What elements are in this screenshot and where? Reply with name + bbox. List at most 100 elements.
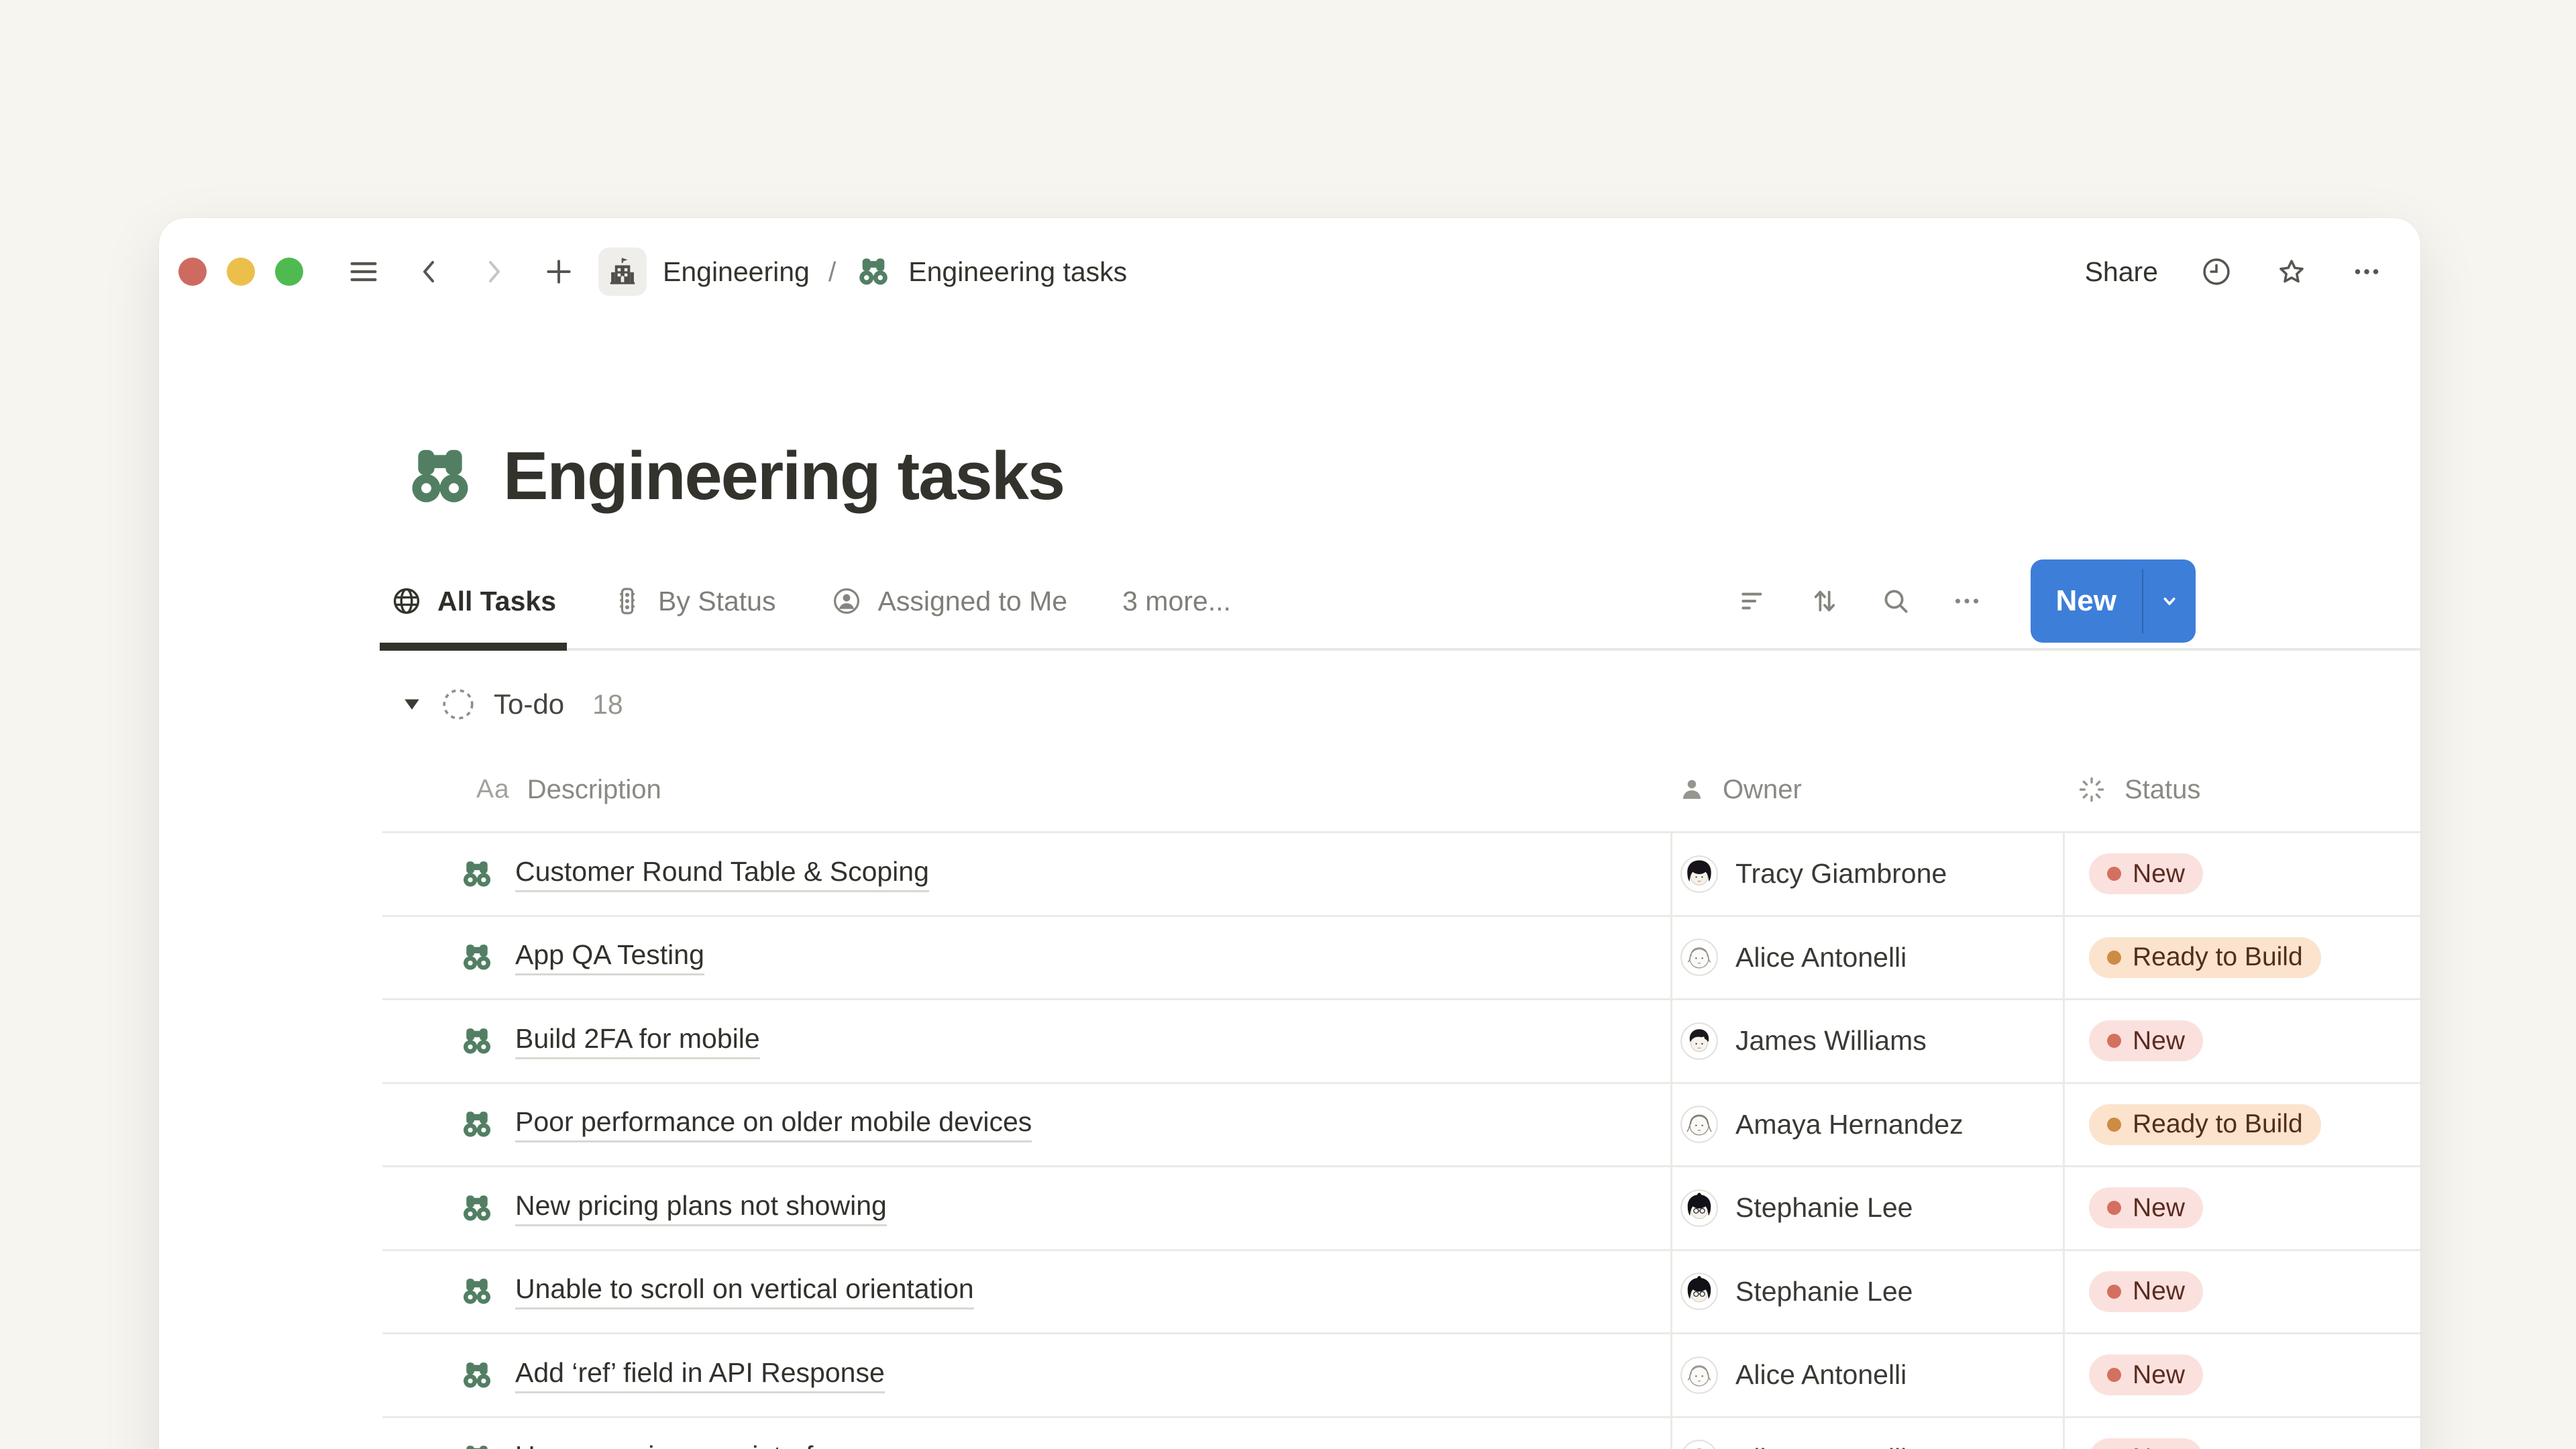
table-row[interactable]: App QA Testing Alice Antonelli Ready to … [382, 917, 2420, 1001]
owner-cell[interactable]: James Williams [1670, 1000, 2063, 1082]
view-more-icon[interactable] [1950, 584, 1984, 618]
filter-icon[interactable] [1737, 584, 1770, 618]
status-badge[interactable]: Ready to Build [2089, 1104, 2321, 1145]
teamspace-building-icon[interactable] [598, 248, 647, 296]
status-cell[interactable]: New [2063, 1000, 2420, 1082]
group-header-todo[interactable]: To-do 18 [382, 661, 2420, 748]
sidebar-menu-icon[interactable] [346, 254, 381, 289]
new-page-icon[interactable] [542, 255, 576, 288]
tab-all-tasks[interactable]: All Tasks [380, 551, 567, 651]
status-badge[interactable]: Ready to Build [2089, 937, 2321, 978]
text-property-icon: Aa [476, 775, 510, 804]
table-row[interactable]: Customer Round Table & Scoping Tracy Gia… [382, 833, 2420, 917]
table-row[interactable]: Poor performance on older mobile devices… [382, 1084, 2420, 1168]
description-cell[interactable]: Add ‘ref’ field in API Response [382, 1334, 1670, 1416]
task-title[interactable]: Add ‘ref’ field in API Response [515, 1357, 885, 1393]
more-options-icon[interactable] [2350, 255, 2383, 288]
forward-icon[interactable] [478, 256, 510, 288]
table-row[interactable]: New pricing plans not showing Stephanie … [382, 1167, 2420, 1251]
table-header: Aa Description Owner Status [382, 748, 2420, 833]
owner-cell[interactable]: Alice Antonelli [1670, 1418, 2063, 1449]
tab-by-status[interactable]: By Status [600, 551, 786, 651]
description-cell[interactable]: Poor performance on older mobile devices [382, 1084, 1670, 1166]
status-dot-icon [2107, 1201, 2121, 1215]
breadcrumb-separator: / [828, 256, 836, 288]
status-badge[interactable]: New [2089, 1187, 2203, 1228]
history-clock-icon[interactable] [2200, 255, 2233, 288]
new-button-label[interactable]: New [2031, 559, 2142, 643]
owner-cell[interactable]: Stephanie Lee [1670, 1167, 2063, 1249]
breadcrumb-workspace[interactable]: Engineering [663, 256, 810, 288]
search-icon[interactable] [1879, 584, 1913, 618]
status-badge[interactable]: New [2089, 1020, 2203, 1061]
owner-name: Tracy Giambrone [1735, 858, 1947, 890]
owner-cell[interactable]: Alice Antonelli [1670, 1334, 2063, 1416]
owner-cell[interactable]: Tracy Giambrone [1670, 833, 2063, 915]
globe-icon [390, 585, 423, 617]
tab-label: Assigned to Me [877, 586, 1067, 617]
owner-cell[interactable]: Alice Antonelli [1670, 917, 2063, 999]
description-cell[interactable]: Unresponsive user interface [382, 1418, 1670, 1449]
column-header-description[interactable]: Aa Description [382, 748, 1670, 831]
sort-icon[interactable] [1808, 584, 1841, 618]
tab-label: All Tasks [437, 586, 556, 617]
owner-cell[interactable]: Amaya Hernandez [1670, 1084, 2063, 1166]
status-cell[interactable]: New [2063, 1167, 2420, 1249]
new-button-chevron-down-icon[interactable] [2143, 559, 2196, 643]
breadcrumb-page[interactable]: Engineering tasks [908, 256, 1127, 288]
status-label: Ready to Build [2133, 943, 2303, 972]
description-cell[interactable]: App QA Testing [382, 917, 1670, 999]
tab-more-views[interactable]: 3 more... [1112, 551, 1242, 651]
collapse-triangle-icon[interactable] [400, 692, 424, 716]
table-row[interactable]: Unresponsive user interface Alice Antone… [382, 1418, 2420, 1449]
status-dot-icon [2107, 1368, 2121, 1382]
close-window-button[interactable] [178, 258, 207, 286]
binoculars-icon [855, 253, 892, 290]
description-cell[interactable]: Unable to scroll on vertical orientation [382, 1251, 1670, 1333]
share-button[interactable]: Share [2085, 256, 2158, 288]
task-title[interactable]: New pricing plans not showing [515, 1190, 887, 1226]
column-header-status[interactable]: Status [2063, 748, 2420, 831]
group-name: To-do [494, 688, 564, 720]
description-cell[interactable]: New pricing plans not showing [382, 1167, 1670, 1249]
status-badge[interactable]: New [2089, 1354, 2203, 1395]
status-cell[interactable]: Ready to Build [2063, 1084, 2420, 1166]
avatar [1680, 1440, 1718, 1449]
table-row[interactable]: Build 2FA for mobile James Williams New [382, 1000, 2420, 1084]
avatar [1680, 1022, 1718, 1060]
status-label: Ready to Build [2133, 1110, 2303, 1139]
owner-cell[interactable]: Stephanie Lee [1670, 1251, 2063, 1333]
status-badge[interactable]: New [2089, 853, 2203, 894]
todo-status-circle-icon [439, 685, 478, 724]
back-icon[interactable] [413, 256, 445, 288]
zoom-window-button[interactable] [275, 258, 303, 286]
favorite-star-icon[interactable] [2275, 255, 2308, 288]
status-cell[interactable]: New [2063, 1334, 2420, 1416]
tab-assigned-to-me[interactable]: Assigned to Me [820, 551, 1078, 651]
table-row[interactable]: Add ‘ref’ field in API Response Alice An… [382, 1334, 2420, 1418]
task-title[interactable]: Poor performance on older mobile devices [515, 1106, 1032, 1142]
status-dot-icon [2107, 1118, 2121, 1132]
status-cell[interactable]: New [2063, 1251, 2420, 1333]
minimize-window-button[interactable] [227, 258, 255, 286]
status-cell[interactable]: New [2063, 1418, 2420, 1449]
status-badge[interactable]: New [2089, 1271, 2203, 1312]
traffic-lights [178, 258, 303, 286]
task-title[interactable]: Customer Round Table & Scoping [515, 856, 929, 892]
owner-name: Stephanie Lee [1735, 1192, 1913, 1224]
status-cell[interactable]: New [2063, 833, 2420, 915]
task-title[interactable]: Unable to scroll on vertical orientation [515, 1273, 974, 1309]
column-header-owner[interactable]: Owner [1670, 748, 2063, 831]
owner-name: James Williams [1735, 1025, 1927, 1057]
description-cell[interactable]: Build 2FA for mobile [382, 1000, 1670, 1082]
page-binoculars-icon[interactable] [402, 439, 478, 514]
new-button[interactable]: New [2031, 559, 2196, 643]
description-cell[interactable]: Customer Round Table & Scoping [382, 833, 1670, 915]
task-title[interactable]: Build 2FA for mobile [515, 1023, 760, 1059]
status-badge[interactable]: New [2089, 1438, 2203, 1449]
table-row[interactable]: Unable to scroll on vertical orientation… [382, 1251, 2420, 1335]
task-title[interactable]: Unresponsive user interface [515, 1440, 857, 1449]
status-cell[interactable]: Ready to Build [2063, 917, 2420, 999]
group-count: 18 [592, 689, 623, 720]
task-title[interactable]: App QA Testing [515, 939, 704, 975]
